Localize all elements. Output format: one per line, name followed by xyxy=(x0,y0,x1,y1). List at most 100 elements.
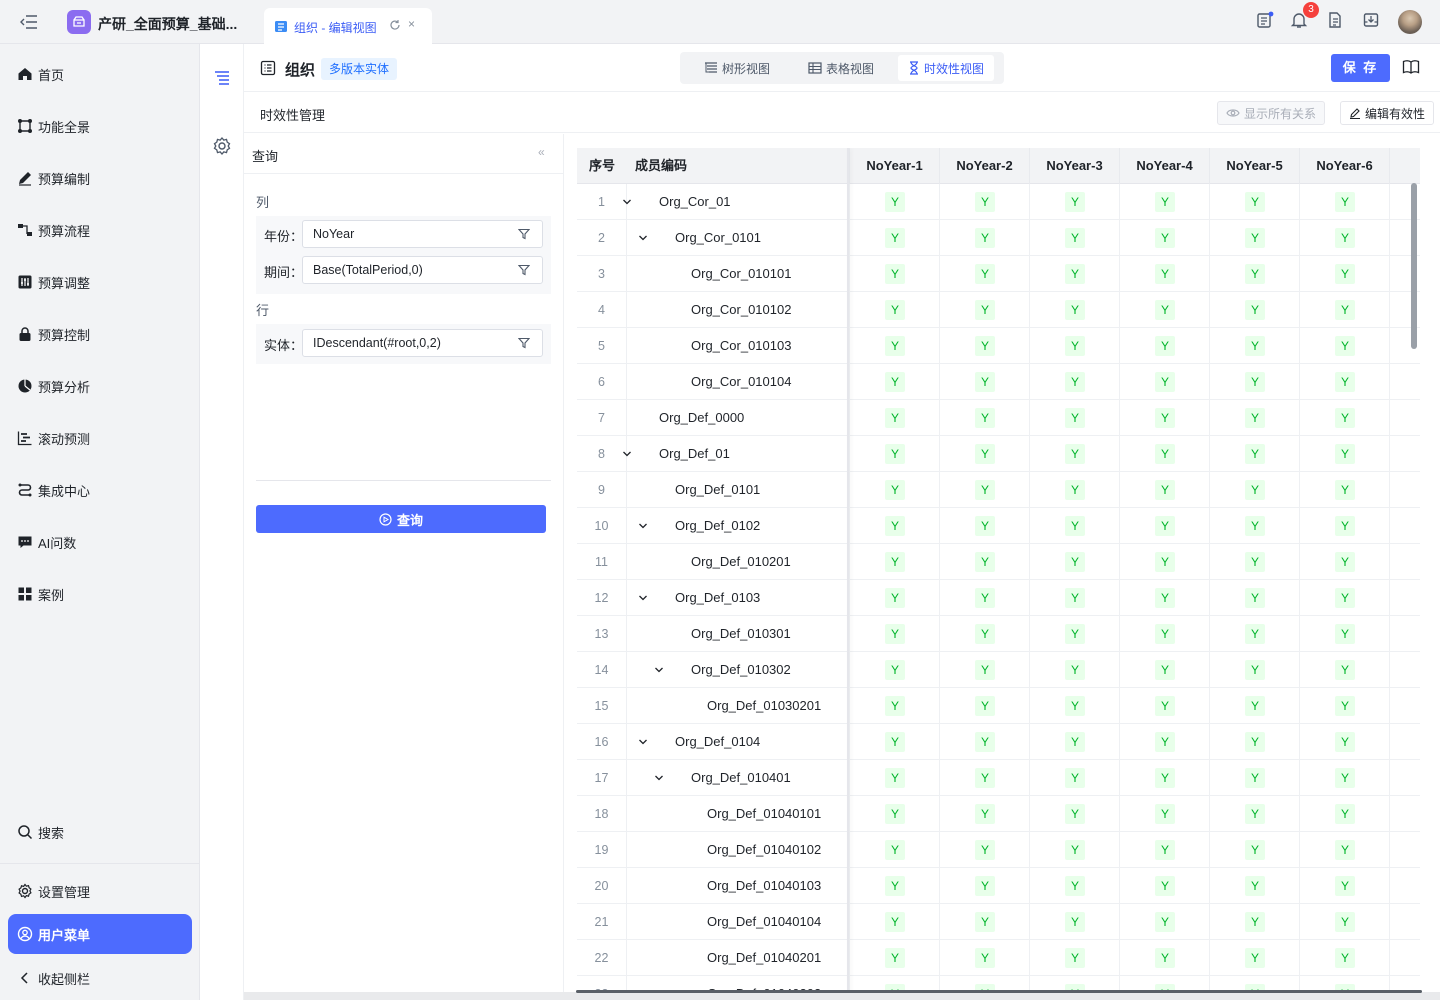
validity-cell[interactable] xyxy=(1389,688,1420,724)
table-row[interactable]: 19 Org_Def_01040102 Y Y Y Y Y Y xyxy=(577,832,1420,868)
validity-cell[interactable]: Y xyxy=(849,436,939,472)
validity-cell[interactable]: Y xyxy=(1209,724,1299,760)
validity-cell[interactable]: Y xyxy=(939,616,1029,652)
validity-cell[interactable]: Y xyxy=(849,832,939,868)
year-input[interactable]: NoYear xyxy=(302,220,543,248)
chevron-down-icon[interactable] xyxy=(622,197,632,207)
validity-cell[interactable]: Y xyxy=(1299,688,1389,724)
validity-cell[interactable]: Y xyxy=(1299,652,1389,688)
validity-cell[interactable]: Y xyxy=(1119,652,1209,688)
table-row[interactable]: 9 Org_Def_0101 Y Y Y Y Y Y xyxy=(577,472,1420,508)
validity-cell[interactable]: Y xyxy=(849,328,939,364)
chevron-down-icon[interactable] xyxy=(622,449,632,459)
validity-cell[interactable]: Y xyxy=(1119,328,1209,364)
validity-cell[interactable]: Y xyxy=(939,904,1029,940)
table-row[interactable]: 10 Org_Def_0102 Y Y Y Y Y Y xyxy=(577,508,1420,544)
validity-cell[interactable]: Y xyxy=(1299,904,1389,940)
validity-cell[interactable]: Y xyxy=(1119,796,1209,832)
sidebar-collapse[interactable]: 收起侧栏 xyxy=(8,958,192,998)
validity-cell[interactable]: Y xyxy=(1119,688,1209,724)
validity-cell[interactable]: Y xyxy=(1299,796,1389,832)
validity-cell[interactable]: Y xyxy=(939,724,1029,760)
validity-cell[interactable]: Y xyxy=(1119,364,1209,400)
tree-list-icon[interactable] xyxy=(212,68,232,88)
table-row[interactable]: 13 Org_Def_010301 Y Y Y Y Y Y xyxy=(577,616,1420,652)
table-row[interactable]: 4 Org_Cor_010102 Y Y Y Y Y Y xyxy=(577,292,1420,328)
validity-cell[interactable]: Y xyxy=(849,724,939,760)
validity-cell[interactable]: Y xyxy=(939,544,1029,580)
validity-cell[interactable]: Y xyxy=(1209,580,1299,616)
book-icon[interactable] xyxy=(1402,59,1420,75)
validity-cell[interactable]: Y xyxy=(1029,724,1119,760)
chevron-down-icon[interactable] xyxy=(654,773,664,783)
tab-close-icon[interactable]: × xyxy=(408,17,415,31)
validity-cell[interactable]: Y xyxy=(939,292,1029,328)
table-row[interactable]: 16 Org_Def_0104 Y Y Y Y Y Y xyxy=(577,724,1420,760)
validity-cell[interactable]: Y xyxy=(1119,184,1209,220)
validity-cell[interactable]: Y xyxy=(1119,724,1209,760)
validity-cell[interactable]: Y xyxy=(1119,904,1209,940)
tab-org-edit-view[interactable]: 组织 - 编辑视图 × xyxy=(264,8,432,44)
validity-cell[interactable]: Y xyxy=(1209,364,1299,400)
validity-cell[interactable]: Y xyxy=(1299,940,1389,976)
filter-icon[interactable] xyxy=(518,337,530,349)
validity-cell[interactable]: Y xyxy=(1209,328,1299,364)
validity-cell[interactable]: Y xyxy=(1209,184,1299,220)
app-title[interactable]: 产研_全面预算_基础... xyxy=(98,14,237,34)
tab-table-view[interactable]: 表格视图 xyxy=(798,55,884,81)
validity-cell[interactable]: Y xyxy=(1029,652,1119,688)
validity-cell[interactable]: Y xyxy=(1209,292,1299,328)
validity-cell[interactable] xyxy=(1389,472,1420,508)
validity-cell[interactable]: Y xyxy=(1299,184,1389,220)
chevron-down-icon[interactable] xyxy=(638,737,648,747)
validity-cell[interactable]: Y xyxy=(1299,580,1389,616)
sidebar-item-3[interactable]: 预算编制 xyxy=(8,158,192,198)
vertical-scrollbar[interactable] xyxy=(1411,183,1417,349)
validity-cell[interactable]: Y xyxy=(1299,328,1389,364)
table-row[interactable]: 15 Org_Def_01030201 Y Y Y Y Y Y xyxy=(577,688,1420,724)
table-row[interactable]: 3 Org_Cor_010101 Y Y Y Y Y Y xyxy=(577,256,1420,292)
chevron-down-icon[interactable] xyxy=(638,521,648,531)
validity-cell[interactable]: Y xyxy=(1299,400,1389,436)
validity-cell[interactable] xyxy=(1389,364,1420,400)
validity-cell[interactable]: Y xyxy=(939,328,1029,364)
validity-cell[interactable]: Y xyxy=(1119,472,1209,508)
validity-cell[interactable]: Y xyxy=(849,508,939,544)
table-row[interactable]: 14 Org_Def_010302 Y Y Y Y Y Y xyxy=(577,652,1420,688)
validity-cell[interactable]: Y xyxy=(1029,508,1119,544)
year-column-header[interactable]: NoYear-2 xyxy=(939,148,1029,184)
validity-cell[interactable]: Y xyxy=(849,364,939,400)
validity-cell[interactable]: Y xyxy=(1119,544,1209,580)
validity-cell[interactable]: Y xyxy=(1029,220,1119,256)
validity-cell[interactable]: Y xyxy=(1209,616,1299,652)
validity-cell[interactable]: Y xyxy=(1029,544,1119,580)
validity-cell[interactable]: Y xyxy=(1209,400,1299,436)
validity-cell[interactable] xyxy=(1389,508,1420,544)
year-column-header[interactable]: NoYear-5 xyxy=(1209,148,1299,184)
sidebar-user-menu[interactable]: 用户菜单 xyxy=(8,914,192,954)
validity-cell[interactable]: Y xyxy=(849,760,939,796)
validity-cell[interactable]: Y xyxy=(1209,796,1299,832)
validity-cell[interactable]: Y xyxy=(1299,256,1389,292)
sidebar-item-11[interactable]: 案例 xyxy=(8,574,192,614)
validity-cell[interactable]: Y xyxy=(1209,436,1299,472)
refresh-icon[interactable] xyxy=(389,19,401,31)
validity-cell[interactable]: Y xyxy=(849,544,939,580)
table-row[interactable]: 11 Org_Def_010201 Y Y Y Y Y Y xyxy=(577,544,1420,580)
validity-cell[interactable]: Y xyxy=(1209,220,1299,256)
validity-cell[interactable]: Y xyxy=(1029,616,1119,652)
validity-cell[interactable]: Y xyxy=(1299,616,1389,652)
period-input[interactable]: Base(TotalPeriod,0) xyxy=(302,256,543,284)
sidebar-settings[interactable]: 设置管理 xyxy=(8,871,192,911)
validity-cell[interactable]: Y xyxy=(1029,436,1119,472)
validity-cell[interactable]: Y xyxy=(1029,868,1119,904)
validity-cell[interactable]: Y xyxy=(1119,436,1209,472)
validity-cell[interactable]: Y xyxy=(849,688,939,724)
validity-cell[interactable]: Y xyxy=(1029,472,1119,508)
validity-cell[interactable] xyxy=(1389,868,1420,904)
download-box-icon[interactable] xyxy=(1362,11,1380,29)
validity-cell[interactable]: Y xyxy=(849,940,939,976)
validity-cell[interactable]: Y xyxy=(1029,184,1119,220)
validity-cell[interactable] xyxy=(1389,724,1420,760)
validity-cell[interactable] xyxy=(1389,940,1420,976)
